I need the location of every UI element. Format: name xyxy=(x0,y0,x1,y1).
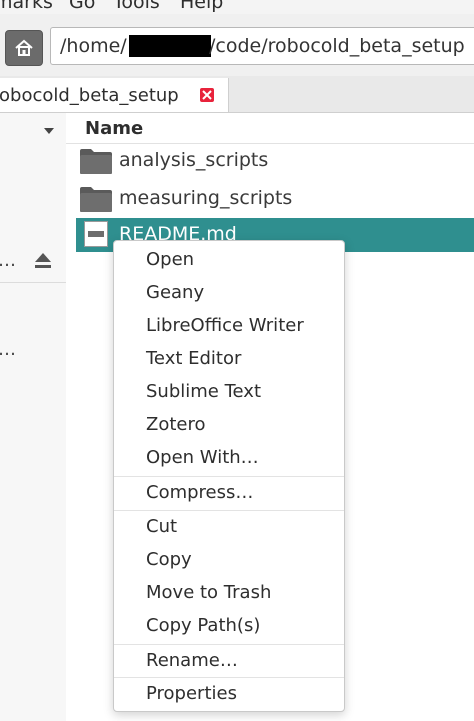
tab-label: robocold_beta_setup xyxy=(0,85,179,106)
menu-item-copy-paths[interactable]: Copy Path(s) xyxy=(114,610,344,643)
menu-item-sublime-text[interactable]: Sublime Text xyxy=(114,376,344,409)
sidebar-item-truncated[interactable]: … xyxy=(0,250,16,271)
tab-bar: robocold_beta_setup xyxy=(0,76,474,113)
menu-item-libreoffice-writer[interactable]: LibreOffice Writer xyxy=(114,310,344,343)
menu-item-cut[interactable]: Cut xyxy=(114,511,344,544)
file-name: measuring_scripts xyxy=(119,187,293,209)
path-prefix: /home/ xyxy=(60,35,127,57)
chevron-down-icon[interactable] xyxy=(44,128,54,134)
tab-robocold-beta-setup[interactable]: robocold_beta_setup xyxy=(0,78,229,112)
redacted-username xyxy=(129,35,211,57)
menu-item-compress[interactable]: Compress… xyxy=(114,477,344,510)
menu-help[interactable]: Help xyxy=(180,0,223,13)
location-bar[interactable]: /home/ /code/robocold_beta_setup xyxy=(50,27,474,65)
menu-item-rename[interactable]: Rename… xyxy=(114,645,344,678)
file-name: analysis_scripts xyxy=(119,149,269,171)
menu-item-copy[interactable]: Copy xyxy=(114,544,344,577)
menu-item-properties[interactable]: Properties xyxy=(114,678,344,711)
menu-item-text-editor[interactable]: Text Editor xyxy=(114,343,344,376)
close-icon[interactable] xyxy=(200,88,214,102)
menu-go[interactable]: Go xyxy=(69,0,95,13)
menu-item-move-to-trash[interactable]: Move to Trash xyxy=(114,577,344,610)
file-row[interactable]: measuring_scripts xyxy=(76,182,474,216)
toolbar: /home/ /code/robocold_beta_setup xyxy=(0,14,474,76)
menu-bookmarks[interactable]: marks xyxy=(0,0,53,13)
folder-icon xyxy=(80,187,112,212)
home-button[interactable] xyxy=(5,30,43,66)
menu-item-geany[interactable]: Geany xyxy=(114,277,344,310)
menu-item-open[interactable]: Open xyxy=(114,244,344,277)
folder-icon xyxy=(80,149,112,174)
file-row[interactable]: analysis_scripts xyxy=(76,144,474,178)
eject-icon[interactable] xyxy=(33,251,53,271)
column-header: Name xyxy=(66,113,474,144)
menu-item-open-with[interactable]: Open With… xyxy=(114,442,344,475)
menu-tools[interactable]: Tools xyxy=(113,0,160,13)
sidebar-item-truncated-2[interactable]: … xyxy=(0,339,16,360)
home-icon xyxy=(15,39,33,56)
markdown-file-icon xyxy=(84,221,108,247)
path-suffix: /code/robocold_beta_setup xyxy=(209,35,465,57)
sidebar: … … xyxy=(0,113,66,721)
context-menu: Open Geany LibreOffice Writer Text Edito… xyxy=(113,240,345,712)
menubar: marks Go Tools Help xyxy=(0,0,474,14)
column-header-name[interactable]: Name xyxy=(85,118,143,139)
sidebar-divider xyxy=(0,282,66,283)
menu-item-zotero[interactable]: Zotero xyxy=(114,409,344,442)
